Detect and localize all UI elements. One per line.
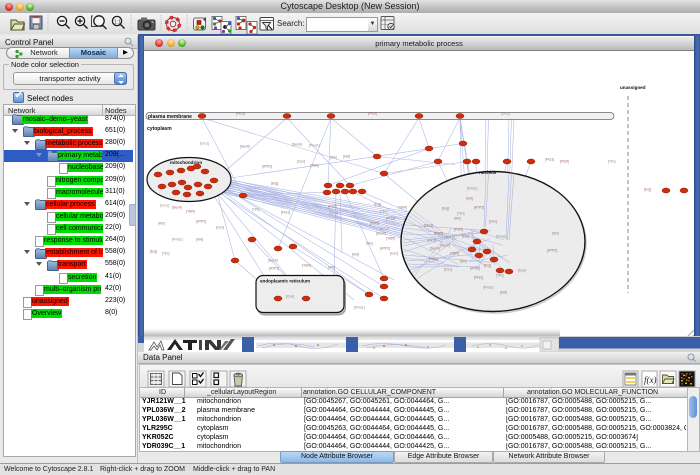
svg-text:[Sec4]: [Sec4] [376,231,386,235]
svg-text:[Cox]: [Cox] [297,159,305,163]
svg-text:[Pma1]: [Pma1] [354,305,365,309]
svg-text:[ATP2]: [ATP2] [262,164,272,168]
svg-text:[Erg]: [Erg] [442,206,449,210]
svg-text:[Fks1]: [Fks1] [424,223,433,227]
svg-text:[Rib]: [Rib] [460,259,467,263]
svg-text:[YBR]: [YBR] [386,236,395,240]
svg-text:[Erg]: [Erg] [150,249,157,253]
svg-text:[Hxt]: [Hxt] [343,154,350,158]
svg-text:[Sec4]: [Sec4] [292,142,302,146]
svg-text:[ATP2]: [ATP2] [547,248,557,252]
svg-text:[YBR]: [YBR] [302,263,311,267]
svg-text:[Gx p]: [Gx p] [329,211,338,215]
svg-text:[Cox]: [Cox] [518,268,526,272]
svg-text:endoplasmic reticulum: endoplasmic reticulum [260,278,310,283]
svg-text:[Cox]: [Cox] [390,251,398,255]
svg-text:[Tim]: [Tim] [457,211,464,215]
svg-text:[Tim]: [Tim] [608,159,615,163]
svg-text:[Fks1]: [Fks1] [386,216,395,220]
svg-text:[Erg]: [Erg] [644,187,651,191]
svg-text:[Fks1]: [Fks1] [281,210,290,214]
svg-text:[Pma1]: [Pma1] [172,237,183,241]
svg-text:[Gx p]: [Gx p] [446,235,455,239]
svg-text:[Gx p]: [Gx p] [427,238,436,242]
svg-text:[Hxt]: [Hxt] [352,252,359,256]
svg-text:plasma membrane: plasma membrane [148,114,192,120]
svg-text:[Tim]: [Tim] [380,209,387,213]
svg-text:[Pdr5]: [Pdr5] [368,111,377,115]
svg-text:[Gx p]: [Gx p] [200,141,209,145]
svg-text:[Sec4]: [Sec4] [268,258,278,262]
svg-text:[Sec4]: [Sec4] [240,144,250,148]
svg-text:[Pma1]: [Pma1] [483,285,494,289]
svg-text:[ATP2]: [ATP2] [474,205,484,209]
svg-text:[Cox]: [Cox] [286,294,294,298]
svg-text:[YBR]: [YBR] [186,209,195,213]
svg-text:[Pma1]: [Pma1] [309,143,320,147]
svg-text:[Rib]: [Rib] [330,155,337,159]
svg-text:[Erg]: [Erg] [271,181,278,185]
svg-text:[YBR]: [YBR] [310,163,319,167]
svg-text:[Rib]: [Rib] [552,231,559,235]
svg-text:[Pdr5]: [Pdr5] [454,227,463,231]
svg-text:[Pdr5]: [Pdr5] [560,159,569,163]
svg-text:f(x): f(x) [644,375,657,385]
svg-text:[Gx p]: [Gx p] [501,111,510,115]
svg-text:[Erg]: [Erg] [374,202,381,206]
svg-text:[Hxt]: [Hxt] [462,234,469,238]
svg-text:[Rib]: [Rib] [366,241,373,245]
svg-text:[YBR]: [YBR] [398,205,407,209]
svg-text:nucleus: nucleus [479,170,497,175]
svg-text:[Gx p]: [Gx p] [160,203,169,207]
svg-text:[Cox]: [Cox] [216,225,224,229]
svg-text:[Pdr5]: [Pdr5] [434,231,443,235]
svg-text:[Fks1]: [Fks1] [236,111,245,115]
svg-text:[Erg]: [Erg] [484,263,491,267]
svg-text:[Cox]: [Cox] [444,267,452,271]
svg-text:[ATP2]: [ATP2] [380,246,390,250]
svg-text:1:1: 1:1 [114,19,121,25]
svg-text:[Sec4]: [Sec4] [440,243,450,247]
svg-text:[Hxt]: [Hxt] [500,290,507,294]
svg-text:[Sec4]: [Sec4] [430,246,440,250]
svg-text:[Rib]: [Rib] [454,216,461,220]
svg-text:[Tim]: [Tim] [162,251,169,255]
svg-text:[YBR]: [YBR] [450,251,459,255]
svg-text:[Pma1]: [Pma1] [467,186,478,190]
svg-text:[Pdr5]: [Pdr5] [328,204,337,208]
svg-text:[ATP2]: [ATP2] [470,266,480,270]
svg-text:[Hxt]: [Hxt] [196,237,203,241]
svg-text:[Cox]: [Cox] [489,219,497,223]
svg-text:[Sec4]: [Sec4] [172,205,182,209]
svg-text:[Rib]: [Rib] [328,265,335,269]
svg-text:[Tim]: [Tim] [252,207,259,211]
svg-text:[Hxt]: [Hxt] [466,196,473,200]
svg-text:[Pma1]: [Pma1] [496,234,507,238]
svg-text:[YBR]: [YBR] [429,257,438,261]
svg-text:[Fks1]: [Fks1] [474,275,483,279]
svg-text:[Fks1]: [Fks1] [545,157,554,161]
svg-text:[Pdr5]: [Pdr5] [370,221,379,225]
svg-text:[Gx p]: [Gx p] [380,226,389,230]
svg-text:[Rib]: [Rib] [158,221,165,225]
svg-text:[Tim]: [Tim] [496,273,503,277]
svg-text:[ATP2]: [ATP2] [196,219,206,223]
svg-text:cytoplasm: cytoplasm [147,126,172,132]
svg-text:unassigned: unassigned [620,85,646,90]
svg-text:[ATP2]: [ATP2] [269,266,279,270]
